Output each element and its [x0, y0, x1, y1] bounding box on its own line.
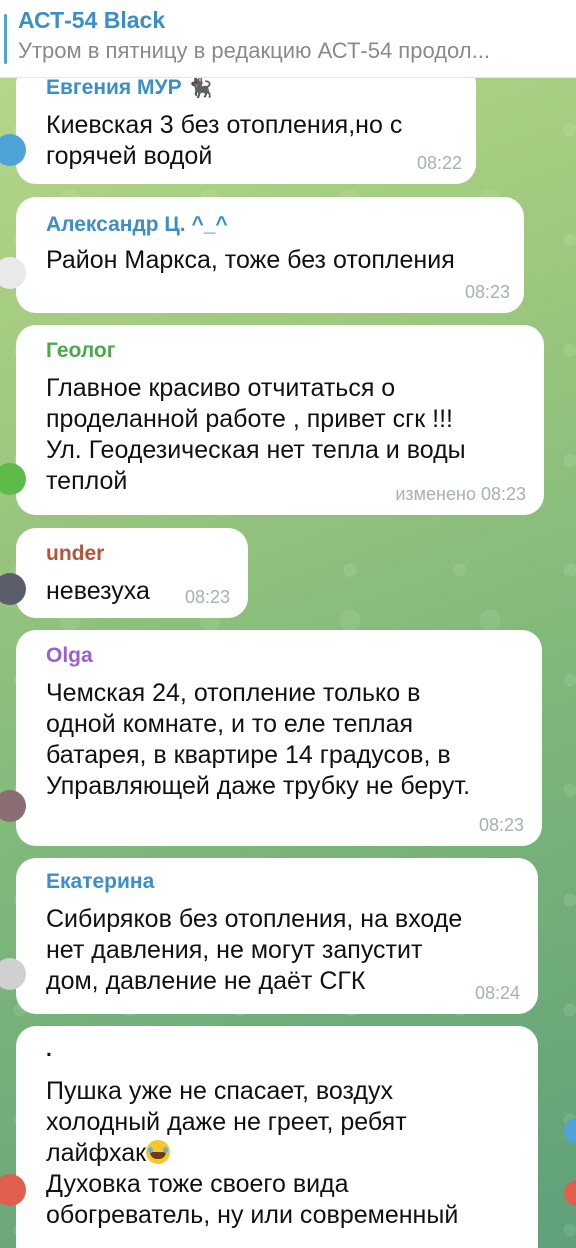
message-time: 08:24	[474, 983, 520, 1003]
message-text-line: Сибиряков без отопления, на входе	[46, 905, 463, 933]
sender-name[interactable]: .	[46, 1038, 538, 1062]
sender-name[interactable]: Геолог	[46, 339, 544, 363]
message-text-line: одной комнате, и то еле теплая	[46, 710, 414, 738]
message-text-line: Пушка уже не спасает, воздух	[46, 1077, 393, 1105]
message-text-line: Чемская 24, отопление только в	[46, 679, 421, 707]
message-time: изменено 08:23	[395, 484, 526, 504]
sender-name[interactable]: Евгения МУР	[46, 76, 182, 99]
sender-name[interactable]: Екатерина	[46, 870, 538, 894]
message-text-line: дом, давление не даёт СГК	[46, 967, 366, 995]
pinned-text: Утром в пятницу в редакцию АСТ-54 продол…	[18, 38, 490, 63]
avatar[interactable]	[0, 257, 26, 289]
message-time: 08:23	[478, 815, 524, 835]
message-text-line: холодный даже не греет, ребят	[46, 1108, 407, 1136]
sender-name[interactable]: Olga	[46, 644, 542, 668]
message-text-line: горячей водой	[46, 142, 213, 170]
message-text-line: Главное красиво отчитаться о	[46, 374, 396, 402]
avatar[interactable]	[0, 573, 26, 605]
avatar[interactable]	[0, 790, 26, 822]
message-text-line: Район Маркса, тоже без отопления	[46, 246, 455, 274]
sender-name[interactable]: under	[46, 542, 248, 566]
laughing-crying-face-icon	[146, 1140, 171, 1164]
message-text-line: батарея, в квартире 14 градусов, в	[46, 741, 451, 769]
message-text-line: проделанной работе , привет сгк !!!	[46, 405, 453, 433]
message-text-line: Ул. Геодезическая нет тепла и воды	[46, 436, 466, 464]
message-text-line: Киевская 3 без отопления,но с	[46, 111, 403, 139]
message-time: 08:23	[464, 282, 510, 302]
message-text-line: обогреватель, ну или современный	[46, 1201, 459, 1229]
black-cat-icon: 🐈‍⬛	[187, 77, 213, 99]
message-bubble[interactable]: . Пушка уже не спасает, воздух холодный …	[0, 1026, 538, 1248]
message-text-line: нет давления, не могут запустит	[46, 936, 423, 964]
message-text-line: Духовка тоже своего вида	[46, 1170, 349, 1198]
message-bubble[interactable]: Александр Ц. ^_^ Район Маркса, тоже без …	[0, 197, 524, 313]
mention-button[interactable]	[564, 1180, 576, 1206]
pinned-message-bar[interactable]: АСТ-54 Black Утром в пятницу в редакцию …	[0, 0, 576, 78]
message-text-line: Управляющей даже трубку не берут.	[46, 772, 471, 800]
message-bubble[interactable]: Евгения МУР 🐈‍⬛ Киевская 3 без отопления…	[0, 64, 476, 184]
avatar[interactable]	[0, 1174, 26, 1206]
pinned-indicator	[4, 14, 7, 64]
avatar[interactable]	[0, 958, 26, 990]
message-time: 08:22	[416, 153, 462, 173]
message-bubble[interactable]: Olga Чемская 24, отопление только в одно…	[0, 630, 542, 846]
message-time: 08:23	[184, 587, 230, 607]
avatar[interactable]	[0, 134, 26, 166]
pinned-title: АСТ-54 Black	[18, 7, 166, 33]
scroll-down-button[interactable]	[564, 1118, 576, 1144]
message-bubble[interactable]: Екатерина Сибиряков без отопления, на вх…	[0, 858, 538, 1014]
sender-name[interactable]: Александр Ц. ^_^	[46, 213, 524, 237]
message-bubble[interactable]: Геолог Главное красиво отчитаться о прод…	[0, 325, 544, 515]
message-text-line: лайфхак	[46, 1139, 147, 1167]
avatar[interactable]	[0, 463, 26, 495]
message-bubble[interactable]: under невезуха 08:23	[0, 528, 248, 618]
